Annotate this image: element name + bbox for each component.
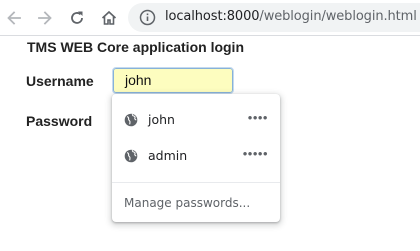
suggestion-masked-password: ••••• xyxy=(242,146,268,161)
home-icon xyxy=(101,10,117,25)
reload-button[interactable] xyxy=(64,5,90,31)
reload-icon xyxy=(71,11,83,24)
page-content: TMS WEB Core application login Username … xyxy=(0,36,420,251)
username-label: Username xyxy=(26,73,94,89)
url-host: localhost:8000 xyxy=(165,9,260,24)
suggestion-username: john xyxy=(148,112,175,127)
password-autofill-popup: john •••• admin ••••• Manage passwords..… xyxy=(112,94,280,222)
back-button[interactable] xyxy=(1,5,27,31)
home-button[interactable] xyxy=(96,5,122,31)
url-path: /weblogin/weblogin.html xyxy=(259,9,417,24)
url-text[interactable]: localhost:8000/weblogin/weblogin.html xyxy=(165,9,417,24)
globe-icon xyxy=(124,113,138,127)
forward-arrow-icon xyxy=(38,11,52,25)
autofill-suggestion[interactable]: john •••• xyxy=(112,103,280,137)
password-label: Password xyxy=(26,113,93,129)
forward-button[interactable] xyxy=(32,5,58,31)
page-title: TMS WEB Core application login xyxy=(27,39,244,55)
back-arrow-icon xyxy=(7,11,21,25)
autofill-suggestion[interactable]: admin ••••• xyxy=(112,139,280,173)
popup-divider xyxy=(112,182,280,183)
suggestion-username: admin xyxy=(148,148,188,163)
browser-toolbar: localhost:8000/weblogin/weblogin.html xyxy=(0,0,420,35)
globe-icon xyxy=(124,149,138,163)
username-input[interactable]: john xyxy=(112,67,234,94)
address-bar[interactable]: localhost:8000/weblogin/weblogin.html xyxy=(128,3,420,32)
suggestion-masked-password: •••• xyxy=(247,110,268,125)
info-icon[interactable] xyxy=(139,9,156,26)
manage-passwords-link[interactable]: Manage passwords... xyxy=(124,196,250,210)
